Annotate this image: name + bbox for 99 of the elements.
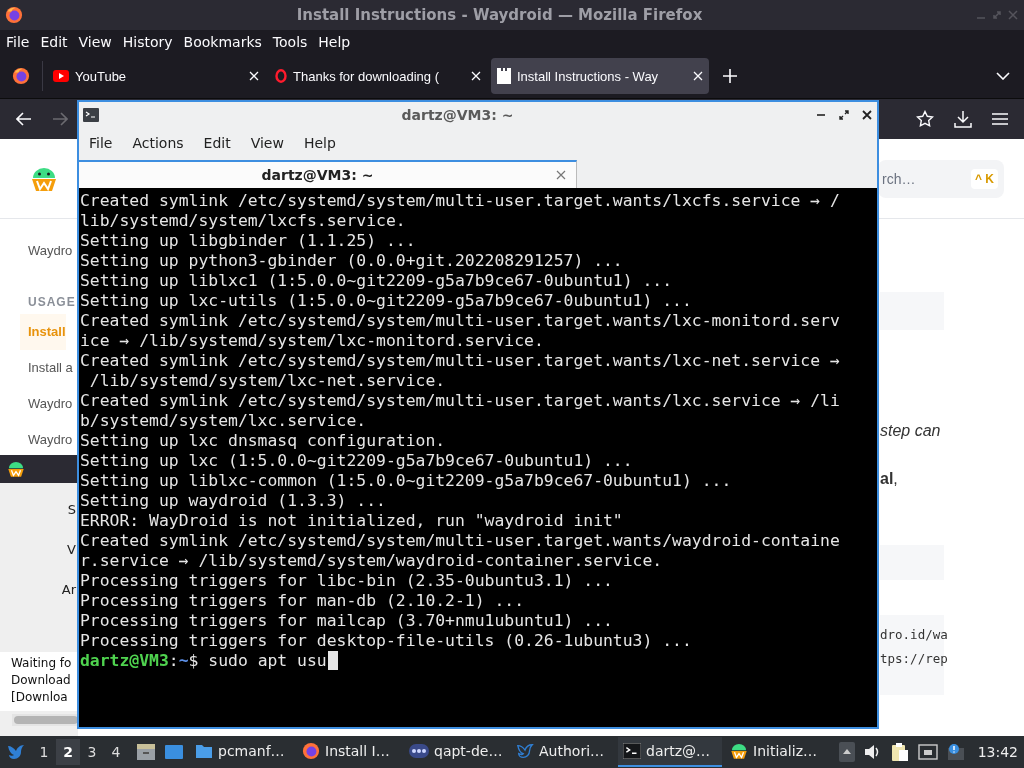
menu-item[interactable]: Help xyxy=(293,135,346,151)
terminal-line: Setting up lxc-utils (1:5.0.0~git2209-g5a7b9ce67-0ubuntu1) ... xyxy=(80,291,692,311)
terminal-line: Setting up python3-gbinder (0.0.0+git.202208291257) ... xyxy=(80,251,623,271)
bird-icon[interactable] xyxy=(6,742,26,762)
browser-tab[interactable]: Thanks for downloading ( xyxy=(269,58,487,94)
taskbar-button[interactable]: dartz@… xyxy=(618,737,722,767)
field-label: V xyxy=(67,541,77,559)
sidebar-item[interactable]: Waydro xyxy=(28,239,73,263)
terminal-tab[interactable]: dartz@VM3: ~ xyxy=(79,160,577,188)
folder-icon xyxy=(195,743,213,759)
shortcut-key: ^ K xyxy=(971,168,998,189)
menu-item[interactable]: Help xyxy=(318,34,351,50)
terminal-line: Processing triggers for mailcap (3.70+nmu1ubuntu1) ... xyxy=(80,611,613,631)
terminal-line: ERROR: WayDroid is not initialized, run "waydroid init" xyxy=(80,511,623,531)
menu-item[interactable]: View xyxy=(78,34,112,50)
menu-item[interactable]: Edit xyxy=(193,135,241,151)
taskbar-button[interactable]: Initializ… xyxy=(725,737,829,767)
drawer-icon[interactable] xyxy=(136,743,156,761)
menu-item[interactable]: File xyxy=(6,34,30,50)
terminal-line: b/systemd/system/lxc.service. xyxy=(80,411,367,431)
play-icon xyxy=(53,70,69,82)
menu-icon[interactable] xyxy=(992,112,1008,126)
menu-item[interactable]: History xyxy=(122,34,173,50)
taskbar-button[interactable]: Authori… xyxy=(511,737,615,767)
workspace-button[interactable]: 2 xyxy=(56,739,80,765)
scrollbar[interactable] xyxy=(12,714,78,726)
forward-icon[interactable] xyxy=(52,112,68,126)
terminal-line: /lib/systemd/system/lxc-net.service. xyxy=(88,371,446,391)
command-text: $ sudo apt usu xyxy=(188,651,327,671)
terminal-icon xyxy=(623,743,641,759)
menu-item[interactable]: Actions xyxy=(122,135,194,151)
terminal-line: Created symlink /etc/systemd/system/multi-user.target.wants/lxc.service → /li xyxy=(80,391,840,411)
firefox-icon[interactable] xyxy=(12,67,30,85)
browser-tab[interactable]: Install Instructions - Way xyxy=(491,58,709,94)
terminal-line: Processing triggers for man-db (2.10.2-1) ... xyxy=(80,591,525,611)
terminal-line: Created symlink /etc/systemd/system/multi-user.target.wants/lxcfs.service → / xyxy=(80,191,840,211)
taskbar-button[interactable]: qapt-de… xyxy=(404,737,508,767)
terminal-line: Created symlink /etc/systemd/system/multi-user.target.wants/lxc-net.service → xyxy=(80,351,840,371)
search-field[interactable]: rch… ^ K xyxy=(878,159,1004,198)
workspace-button[interactable]: 3 xyxy=(80,739,104,765)
clipboard-icon[interactable] xyxy=(890,742,909,762)
notification-icon[interactable] xyxy=(946,743,965,761)
body-text: al, xyxy=(880,469,898,489)
prompt-path: ~ xyxy=(178,651,189,671)
menu-item[interactable]: Edit xyxy=(40,34,68,50)
taskbar-button[interactable]: pcmanf… xyxy=(190,737,294,767)
terminal-line: Setting up lxc dnsmasq configuration. xyxy=(80,431,446,451)
text-cursor xyxy=(327,651,338,670)
terminal-line: Created symlink /etc/systemd/system/multi-user.target.wants/waydroid-containe xyxy=(80,531,840,551)
log-output: Waiting fo Download [Downloa xyxy=(0,652,78,711)
download-icon[interactable] xyxy=(954,110,972,128)
menu-item[interactable]: Tools xyxy=(272,34,308,50)
terminal-line: Created symlink /etc/systemd/system/multi-user.target.wants/lxc-monitord.serv xyxy=(80,311,840,331)
firefox-icon xyxy=(302,742,320,760)
terminal-line: Setting up libgbinder (1.1.25) ... xyxy=(80,231,416,251)
chevron-icon[interactable] xyxy=(996,72,1010,80)
terminal-line: Processing triggers for desktop-file-utils (0.26-1ubuntu3) ... xyxy=(80,631,692,651)
sidebar-item[interactable]: Waydro xyxy=(28,422,73,458)
bird-icon xyxy=(516,742,534,760)
terminal-line: Setting up lxc (1:5.0.0~git2209-g5a7b9ce67-0ubuntu1) ... xyxy=(80,451,633,471)
terminal-line: lib/systemd/system/lxcfs.service. xyxy=(80,211,406,231)
field-label: S xyxy=(67,501,77,519)
desktop-icon[interactable] xyxy=(164,744,184,760)
sidebar-item[interactable]: Install a xyxy=(28,350,73,386)
terminal-line: r.service → /lib/systemd/system/waydroid-container.service. xyxy=(80,551,663,571)
field-label: Ar xyxy=(61,581,77,599)
restore-icon[interactable] xyxy=(839,110,849,120)
android-logo-icon xyxy=(730,742,748,760)
firefox-icon xyxy=(5,6,23,24)
ring-icon xyxy=(275,69,287,83)
taskbar-button[interactable]: Install I… xyxy=(297,737,401,767)
prompt-separator: : xyxy=(168,651,179,671)
window-title: dartz@VM3: ~ xyxy=(400,107,515,123)
android-logo-icon xyxy=(7,460,25,478)
terminal-line: ice → /lib/systemd/system/lxc-monitord.service. xyxy=(80,331,544,351)
new-tab-icon[interactable] xyxy=(723,69,737,83)
page-icon xyxy=(497,68,511,84)
dots-icon xyxy=(409,744,429,758)
terminal-line: Setting up liblxc-common (1:5.0.0~git2209-g5a7b9ce67-0ubuntu1) ... xyxy=(80,471,732,491)
terminal-icon xyxy=(83,108,99,122)
workspace-button[interactable]: 1 xyxy=(32,739,56,765)
workspace-button[interactable]: 4 xyxy=(104,739,128,765)
sidebar-item[interactable]: Waydro xyxy=(28,386,73,422)
terminal-line: Processing triggers for libc-bin (2.35-0ubuntu3.1) ... xyxy=(80,571,613,591)
terminal-line: Setting up waydroid (1.3.3) ... xyxy=(80,491,386,511)
window-title: Install Instructions - Waydroid — Mozilla Firefox xyxy=(295,6,704,24)
menu-item[interactable]: View xyxy=(240,135,294,151)
star-icon[interactable] xyxy=(916,110,934,128)
sidebar-heading: USAGE xyxy=(28,294,76,311)
menu-item[interactable]: File xyxy=(89,135,123,151)
clock[interactable]: 13:42 xyxy=(977,744,1018,760)
close-icon[interactable] xyxy=(862,110,872,120)
body-text: step can xyxy=(880,421,941,441)
browser-tab[interactable]: YouTube xyxy=(47,58,265,94)
menu-item[interactable]: Bookmarks xyxy=(183,34,262,50)
back-icon[interactable] xyxy=(16,112,32,126)
network-icon[interactable] xyxy=(917,744,938,760)
prompt-user: dartz@VM3 xyxy=(80,651,169,671)
terminal-line: Setting up liblxc1 (1:5.0.0~git2209-g5a7b9ce67-0ubuntu1) ... xyxy=(80,271,673,291)
